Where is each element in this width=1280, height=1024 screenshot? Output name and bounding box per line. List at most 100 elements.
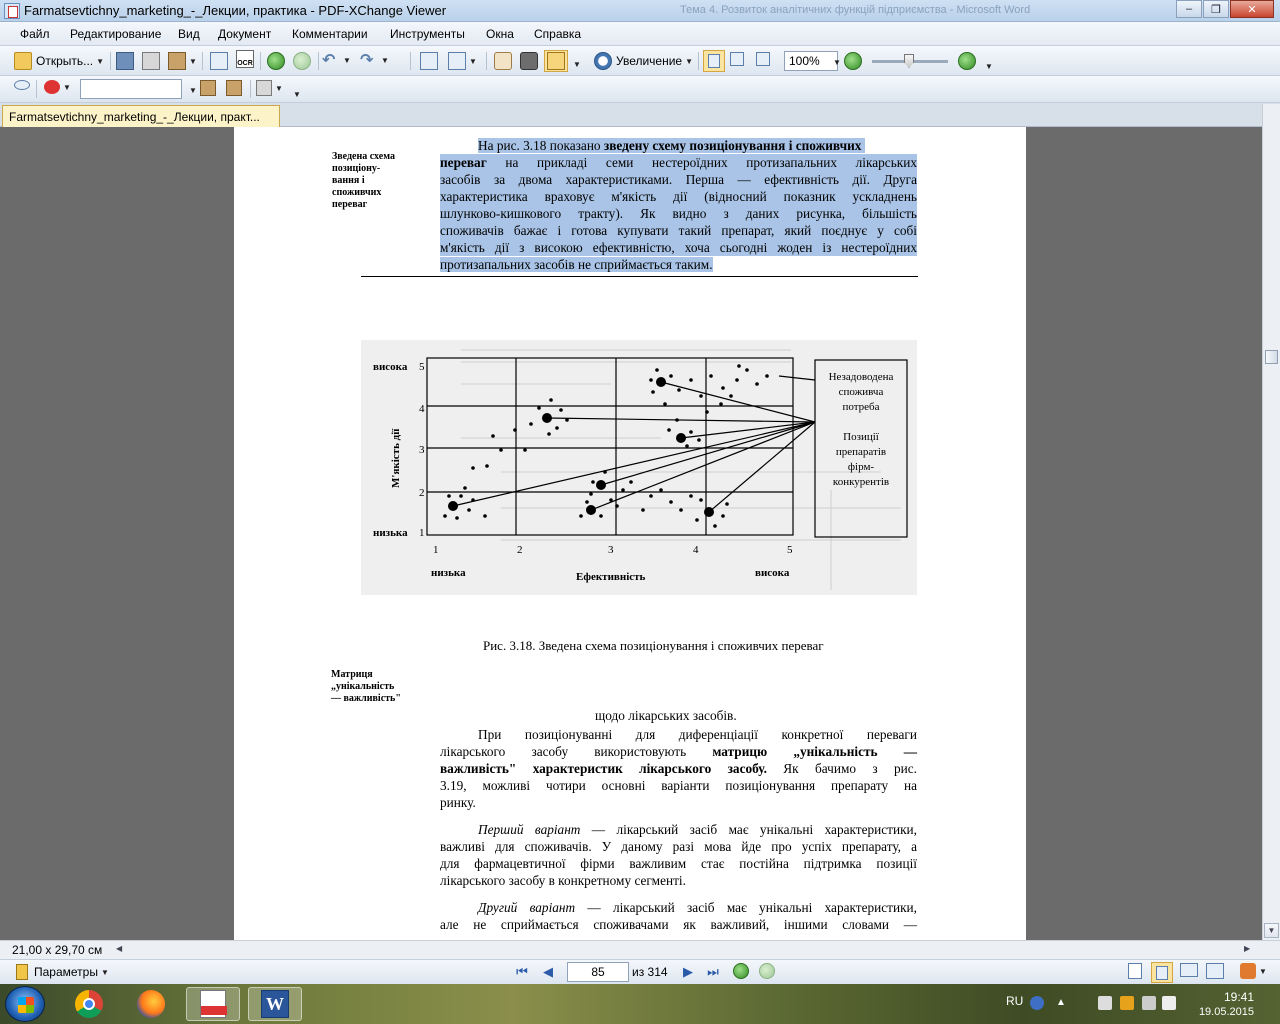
minus-icon [844,52,862,70]
single-page-button[interactable] [1128,963,1142,979]
y-tick-3: 3 [419,444,425,456]
scroll-right-button[interactable]: ▶ [1244,944,1250,953]
undo-button[interactable]: ↶ ▼ [322,50,351,70]
binoculars-icon [200,80,216,96]
menu-windows[interactable]: Окна [486,27,514,41]
forward-button[interactable] [293,52,311,70]
back-arrow-icon [733,963,749,979]
export-button[interactable]: ▼ [168,52,197,70]
tab-document[interactable]: Farmatsevtichny_marketing_-_Лекции, прак… [2,105,280,128]
next-page-button[interactable]: ▶ [680,964,696,980]
back-button[interactable] [267,52,285,70]
zoom-tool-button[interactable]: Увеличение ▼ [594,52,693,70]
x-high-label: висока [755,567,790,579]
taskbar-chrome[interactable] [62,987,116,1021]
help-icon[interactable] [1030,996,1044,1010]
highlight-button[interactable]: ▼ [256,80,283,96]
zoom-value-input[interactable]: 100% [784,51,838,71]
menu-edit[interactable]: Редактирование [70,27,161,41]
continuous-page-button[interactable] [1151,962,1173,983]
status-options-button[interactable]: ▼ [1240,963,1267,979]
find-input[interactable] [80,79,182,99]
paragraph-positioning-highlighted[interactable]: На рис. 3.18 показано зведену схему пози… [440,137,917,273]
language-indicator[interactable]: RU [1006,994,1023,1008]
main-toolbar: Открыть... ▼ ▼ OCR ↶ ▼ ↷ ▼ ▼ ▼ Увеличение … [0,46,1280,76]
tray-expand-icon[interactable]: ▲ [1054,996,1068,1010]
document-viewport[interactable]: Зведена схема позиціону- вання і споживч… [0,127,1262,940]
fit-page-button[interactable] [730,52,744,66]
menu-tools[interactable]: Инструменты [390,27,465,41]
abc-icon [44,80,60,94]
pages-button[interactable]: ▼ [448,52,477,70]
snapshot-button[interactable] [520,52,538,70]
last-page-button[interactable]: ⏭ [705,964,721,980]
taskbar-firefox[interactable] [124,987,178,1021]
menu-view[interactable]: Вид [178,27,200,41]
chevron-down-icon: ▼ [100,967,109,977]
history-back-button[interactable] [733,963,749,979]
continuous-facing-button[interactable] [1206,963,1224,979]
scan-button[interactable] [210,52,228,70]
print-button[interactable] [142,52,160,70]
zoom-in-button[interactable] [958,52,976,70]
comments-tool-button[interactable] [14,80,30,90]
redo-button[interactable]: ↷ ▼ [360,50,389,70]
open-button[interactable]: Открыть... ▼ [14,52,104,70]
parameters-button[interactable]: Параметры ▼ [16,964,109,980]
clock-date[interactable]: 19.05.2015 [1199,1006,1254,1018]
first-page-button[interactable]: ⏮ [514,964,530,980]
ocr-button[interactable]: OCR [236,50,254,68]
save-button[interactable] [116,52,134,70]
network-icon[interactable] [1142,996,1156,1010]
competitors-line-3: фірм- [848,461,874,473]
facing-pages-button[interactable] [1180,963,1198,977]
start-button[interactable] [5,986,45,1022]
status-bar: Параметры ▼ ⏮ ◀ 85 из 314 ▶ ⏭ ▼ [0,959,1280,984]
clock-time[interactable]: 19:41 [1224,990,1254,1004]
page-number-input[interactable]: 85 [567,962,629,982]
taskbar-word[interactable]: W [248,987,302,1021]
unmet-need-line-2: споживча [839,386,884,398]
restore-button[interactable]: ❐ [1203,0,1229,18]
close-button[interactable]: ✕ [1230,0,1274,18]
camera-icon [520,52,538,70]
actual-size-button[interactable] [703,50,725,72]
select-text-button[interactable] [544,50,568,72]
pdf-page[interactable]: Зведена схема позиціону- вання і споживч… [234,127,1026,940]
menu-comments[interactable]: Комментарии [292,27,368,41]
volume-icon[interactable] [1162,996,1176,1010]
rotate-button[interactable] [420,52,438,70]
margin-note-matrix: Матриця „унікальність — важливість" [331,669,401,704]
continuous-facing-icon [1206,963,1224,979]
minimize-button[interactable]: – [1176,0,1202,18]
menu-document[interactable]: Документ [218,27,271,41]
zoom-out-button[interactable] [844,52,862,70]
competitors-line-1: Позиції [843,431,880,443]
taskbar-pdf-xchange[interactable] [186,987,240,1021]
menu-help[interactable]: Справка [534,27,581,41]
save-icon [116,52,134,70]
history-forward-button[interactable] [759,963,775,979]
find-next-button[interactable] [226,80,242,96]
pdf-icon [200,990,227,1018]
vertical-scrollbar[interactable]: ▼ [1262,104,1280,940]
paragraph-matrix: При позиціонуванні для диференціації кон… [440,727,918,810]
menu-file[interactable]: Файл [20,27,50,41]
fit-width-icon [756,52,770,66]
document-tabs: Farmatsevtichny_marketing_-_Лекции, прак… [0,103,1280,128]
action-center-icon[interactable] [1098,996,1112,1010]
pdf-xchange-app-icon[interactable] [4,3,20,19]
fit-width-button[interactable] [756,52,770,66]
y-tick-5: 5 [419,361,425,373]
vertical-scroll-thumb[interactable] [1265,350,1278,364]
hand-tool-button[interactable] [494,52,512,70]
prev-page-button[interactable]: ◀ [540,964,556,980]
scroll-left-button[interactable]: ◀ [116,944,122,953]
find-prev-button[interactable] [200,80,216,96]
spell-check-button[interactable]: ▼ [44,80,71,94]
scroll-down-button[interactable]: ▼ [1264,923,1279,938]
horizontal-scrollbar[interactable]: 21,00 x 29,70 см ◀ ▶ [0,940,1280,959]
notification-icon[interactable] [1120,996,1134,1010]
flag-icon [16,964,28,980]
forward-arrow-icon [759,963,775,979]
